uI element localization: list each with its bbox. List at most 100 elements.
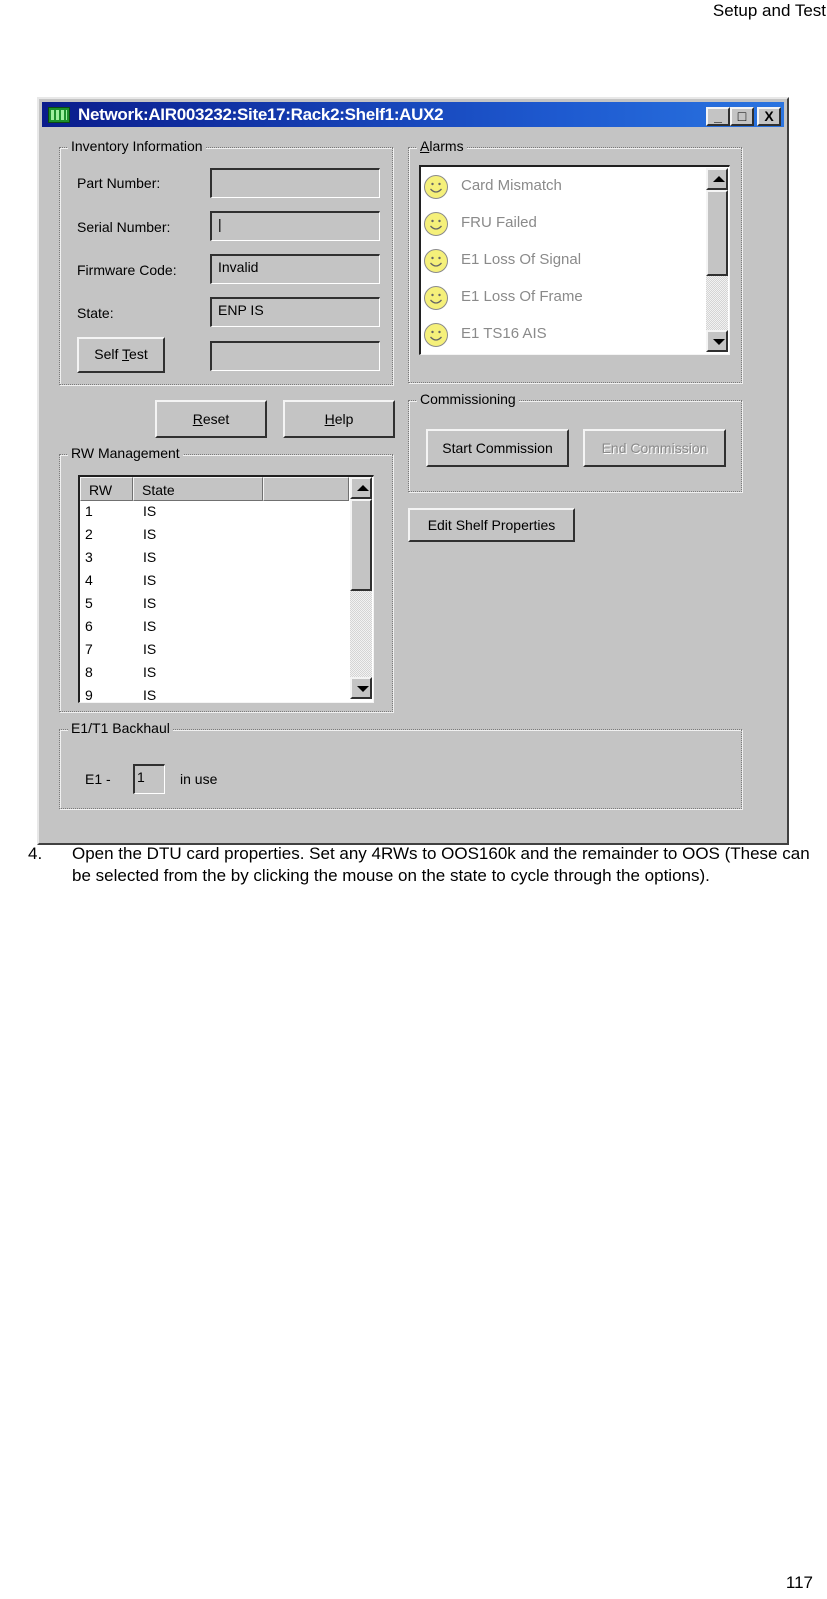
commissioning-group: Commissioning Start Commission End Commi… [408,391,742,492]
alarms-title-rest: larms [429,138,464,154]
rw-state-cell[interactable]: IS [143,664,156,680]
column-header-blank[interactable] [263,477,349,501]
self-test-label-suffix: est [129,346,148,362]
smiley-icon [424,212,448,236]
rw-state-cell[interactable]: IS [143,641,156,657]
column-header-rw[interactable]: RW [80,477,133,501]
alarm-list-item[interactable]: FRU Failed [423,208,693,238]
alarm-list-item[interactable]: E1 Loss Of Signal [423,245,693,275]
scroll-down-button[interactable] [706,330,728,352]
inventory-information-group: Inventory Information Part Number: Seria… [59,138,393,385]
scroll-thumb[interactable] [350,499,372,591]
rw-state-cell[interactable]: IS [143,503,156,519]
scroll-up-button[interactable] [350,477,372,499]
table-row[interactable]: 6 IS [83,616,343,639]
arrow-down-icon [357,686,369,692]
step-text: Open the DTU card properties. Set any 4R… [72,844,810,885]
alarms-mnemonic: A [420,138,430,154]
serial-number-label: Serial Number: [77,219,171,235]
table-row[interactable]: 5 IS [83,593,343,616]
window-title: Network:AIR003232:Site17:Rack2:Shelf1:AU… [78,105,444,124]
e1-count-field[interactable]: 1 [133,764,165,794]
alarms-scrollbar[interactable] [706,168,728,352]
alarm-list-item[interactable]: E1 Loss Of Frame [423,282,693,312]
rw-number-cell: 2 [85,526,93,542]
scroll-up-button[interactable] [706,168,728,190]
smiley-icon [424,249,448,273]
help-button[interactable]: Help [283,400,395,438]
maximize-button[interactable]: □ [730,107,754,126]
serial-number-field[interactable]: | [210,211,380,241]
rw-number-cell: 5 [85,595,93,611]
arrow-down-icon [713,339,725,345]
rw-scrollbar[interactable] [350,477,372,699]
self-test-label-prefix: Self [94,346,123,362]
help-label: elp [334,411,354,427]
rw-number-cell: 6 [85,618,93,634]
column-header-state[interactable]: State [133,477,263,501]
alarms-list[interactable]: Card Mismatch FRU Failed E1 Loss Of Signal… [419,165,730,355]
part-number-field[interactable] [210,168,380,198]
smiley-icon [424,175,448,199]
reset-label: eset [202,411,230,427]
part-number-label: Part Number: [77,175,161,191]
rw-number-cell: 4 [85,572,93,588]
rw-state-cell[interactable]: IS [143,595,156,611]
alarm-list-item[interactable]: E1 TS16 AIS [423,319,693,349]
step-number: 4. [28,844,43,863]
rw-number-cell: 9 [85,687,93,703]
state-field[interactable]: ENP IS [210,297,380,327]
rw-state-cell[interactable]: IS [143,618,156,634]
commissioning-group-title: Commissioning [417,391,519,407]
state-label: State: [77,305,114,321]
rw-state-cell[interactable]: IS [143,687,156,702]
firmware-code-label: Firmware Code: [77,262,177,278]
rw-table[interactable]: RW State 1 IS 2 IS 3 IS 4 IS 5 IS 6 IS 7 IS 8 IS 9 IS [78,475,374,703]
edit-shelf-properties-button[interactable]: Edit Shelf Properties [408,508,575,542]
table-row[interactable]: 2 IS [83,524,343,547]
rw-state-cell[interactable]: IS [143,572,156,588]
backhaul-group-title: E1/T1 Backhaul [68,720,173,736]
page-header: Setup and Test [712,1,826,20]
table-row[interactable]: 4 IS [83,570,343,593]
rw-management-group: RW Management RW State 1 IS 2 IS 3 IS 4 IS 5 IS 6 I… [59,445,393,712]
close-button[interactable]: X [757,107,781,126]
inventory-group-title: Inventory Information [68,138,206,154]
rw-state-cell[interactable]: IS [143,526,156,542]
table-row[interactable]: 9 IS [83,685,343,703]
rw-management-group-title: RW Management [68,445,183,461]
rw-number-cell: 1 [85,503,93,519]
self-test-button[interactable]: Self Test [77,337,165,373]
alarm-label: E1 TS16 AIS [461,325,547,342]
smiley-icon [424,286,448,310]
e1-label: E1 - [85,771,111,787]
help-mnemonic: H [324,411,335,427]
self-test-mnemonic: T [122,346,130,362]
table-row[interactable]: 8 IS [83,662,343,685]
table-row[interactable]: 1 IS [83,501,343,524]
reset-mnemonic: R [192,411,203,427]
self-test-result-field[interactable] [210,341,380,371]
alarms-group: Alarms Card Mismatch FRU Failed E1 Loss Of… [408,138,742,383]
minimize-button[interactable]: _ [706,107,730,126]
end-commission-button: End Commission [583,429,726,467]
start-commission-button[interactable]: Start Commission [426,429,569,467]
title-bar[interactable]: Network:AIR003232:Site17:Rack2:Shelf1:AU… [42,102,784,127]
rw-number-cell: 3 [85,549,93,565]
scroll-down-button[interactable] [350,677,372,699]
scroll-thumb[interactable] [706,190,728,276]
table-row[interactable]: 3 IS [83,547,343,570]
smiley-icon [424,323,448,347]
alarm-label: Card Mismatch [461,177,562,194]
reset-button[interactable]: Reset [155,400,267,438]
rw-state-cell[interactable]: IS [143,549,156,565]
rw-number-cell: 8 [85,664,93,680]
shelf-properties-window: Network:AIR003232:Site17:Rack2:Shelf1:AU… [37,97,789,845]
minimize-icon: _ [714,108,722,124]
firmware-code-field[interactable]: Invalid [210,254,380,284]
alarms-group-title: Alarms [417,138,467,154]
arrow-up-icon [713,176,725,182]
rw-number-cell: 7 [85,641,93,657]
table-row[interactable]: 7 IS [83,639,343,662]
alarm-list-item[interactable]: Card Mismatch [423,171,693,201]
